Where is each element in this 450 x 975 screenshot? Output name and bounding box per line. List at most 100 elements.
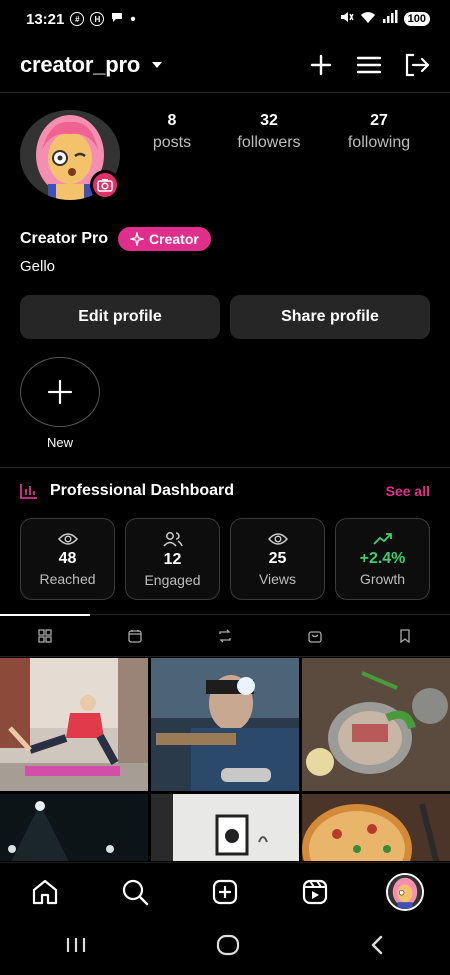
nav-home[interactable] xyxy=(0,879,90,905)
section-divider xyxy=(0,467,450,468)
tab-shop[interactable] xyxy=(270,614,360,658)
nav-reels[interactable] xyxy=(270,879,360,905)
logout-icon xyxy=(405,53,430,77)
repost-icon xyxy=(219,629,231,643)
dashboard-cards: 48 Reached 12 Engaged 25 Views +2.4% Gro… xyxy=(20,518,430,600)
home-button[interactable] xyxy=(216,934,240,961)
battery-indicator: 100 xyxy=(403,12,430,26)
dashboard-title[interactable]: Professional Dashboard xyxy=(50,482,234,500)
nav-search[interactable] xyxy=(90,878,180,906)
username-switcher[interactable]: creator_pro xyxy=(20,52,140,78)
followers-stat[interactable]: 32 followers xyxy=(214,112,324,152)
cast-icon: # xyxy=(70,12,85,26)
reached-label: Reached xyxy=(39,570,96,587)
views-label: Views xyxy=(258,570,297,587)
posts-label: posts xyxy=(152,134,192,151)
signal-icon xyxy=(382,10,398,28)
h-icon: H xyxy=(90,12,105,26)
shop-icon xyxy=(308,631,322,643)
views-card[interactable]: 25 Views xyxy=(230,518,325,600)
profile-avatar[interactable] xyxy=(20,110,120,202)
following-count: 27 xyxy=(370,112,388,129)
nav-profile[interactable] xyxy=(360,872,450,911)
grid-divider xyxy=(0,656,450,657)
growth-card[interactable]: +2.4% Growth xyxy=(335,518,430,600)
status-time: 13:21 xyxy=(26,10,65,28)
reached-value: 48 xyxy=(58,549,77,567)
post-thumbnail-welder[interactable] xyxy=(151,658,299,791)
grid-icon xyxy=(38,629,52,643)
content-tabs xyxy=(0,614,450,658)
engaged-card[interactable]: 12 Engaged xyxy=(125,518,220,600)
post-thumbnail-concert[interactable] xyxy=(0,794,148,861)
post-thumbnail-pizza[interactable] xyxy=(302,794,450,861)
home-circle-icon xyxy=(216,934,240,956)
following-label: following xyxy=(347,134,411,151)
status-left: 13:21 # H • xyxy=(26,10,136,28)
new-highlight-circle[interactable] xyxy=(20,357,100,427)
back-icon xyxy=(372,935,383,955)
bottom-navigation xyxy=(0,862,450,920)
plus-icon xyxy=(310,54,332,76)
bookmark-icon xyxy=(400,629,410,643)
engaged-value: 12 xyxy=(163,550,182,568)
posts-count: 8 xyxy=(167,112,177,129)
new-highlight-label: New xyxy=(46,435,73,450)
post-thumbnail-interior[interactable] xyxy=(151,794,299,861)
tab-reposts[interactable] xyxy=(180,614,270,658)
tab-saved[interactable] xyxy=(360,614,450,658)
creator-badge[interactable]: Creator xyxy=(118,227,211,251)
status-right: 100 xyxy=(338,9,430,29)
create-button[interactable] xyxy=(308,52,334,78)
edit-profile-button[interactable]: Edit profile xyxy=(20,295,220,339)
posts-grid xyxy=(0,658,450,861)
home-icon xyxy=(32,879,58,904)
eye-icon xyxy=(57,532,78,545)
people-icon xyxy=(162,531,183,547)
followers-count: 32 xyxy=(260,112,278,129)
chat-icon xyxy=(110,10,124,28)
post-thumbnail-yoga[interactable] xyxy=(0,658,148,791)
chevron-down-icon[interactable] xyxy=(152,62,163,68)
bar-chart-icon xyxy=(20,484,37,499)
creator-badge-label: Creator xyxy=(149,231,199,247)
logout-button[interactable] xyxy=(404,52,430,78)
bio: Gello xyxy=(20,258,56,275)
menu-button[interactable] xyxy=(356,52,382,78)
dot-icon: • xyxy=(130,10,136,28)
tab-grid[interactable] xyxy=(0,614,90,658)
new-highlight[interactable]: New xyxy=(20,357,100,450)
following-stat[interactable]: 27 following xyxy=(324,112,434,152)
recents-icon xyxy=(66,938,85,952)
plus-icon xyxy=(47,379,73,405)
add-photo-button[interactable] xyxy=(90,170,120,200)
profile-header: creator_pro xyxy=(0,38,450,93)
reached-card[interactable]: 48 Reached xyxy=(20,518,115,600)
profile-avatar-small xyxy=(386,872,424,911)
see-all-link[interactable]: See all xyxy=(386,483,430,499)
posts-stat[interactable]: 8 posts xyxy=(140,112,204,152)
search-icon xyxy=(122,879,149,905)
share-profile-button[interactable]: Share profile xyxy=(230,295,430,339)
calendar-icon xyxy=(128,630,142,643)
status-bar: 13:21 # H • 100 xyxy=(0,0,450,38)
tab-reels[interactable] xyxy=(90,614,180,658)
recents-button[interactable] xyxy=(65,935,87,960)
system-navigation-bar xyxy=(0,920,450,975)
post-thumbnail-food[interactable] xyxy=(302,658,450,791)
trend-up-icon xyxy=(372,532,392,545)
camera-icon xyxy=(97,179,113,192)
name-row: Creator Pro Creator xyxy=(20,227,211,251)
reels-icon xyxy=(302,879,328,904)
mute-icon xyxy=(338,9,354,29)
nav-create[interactable] xyxy=(180,879,270,905)
profile-stats: 8 posts 32 followers 27 following xyxy=(140,112,434,152)
header-actions xyxy=(308,52,430,78)
sparkle-icon xyxy=(130,232,145,246)
add-post-icon xyxy=(212,879,238,904)
profile-actions: Edit profile Share profile xyxy=(20,295,430,339)
display-name: Creator Pro xyxy=(20,230,109,247)
growth-value: +2.4% xyxy=(359,549,406,567)
back-button[interactable] xyxy=(369,934,385,961)
growth-label: Growth xyxy=(359,570,406,587)
